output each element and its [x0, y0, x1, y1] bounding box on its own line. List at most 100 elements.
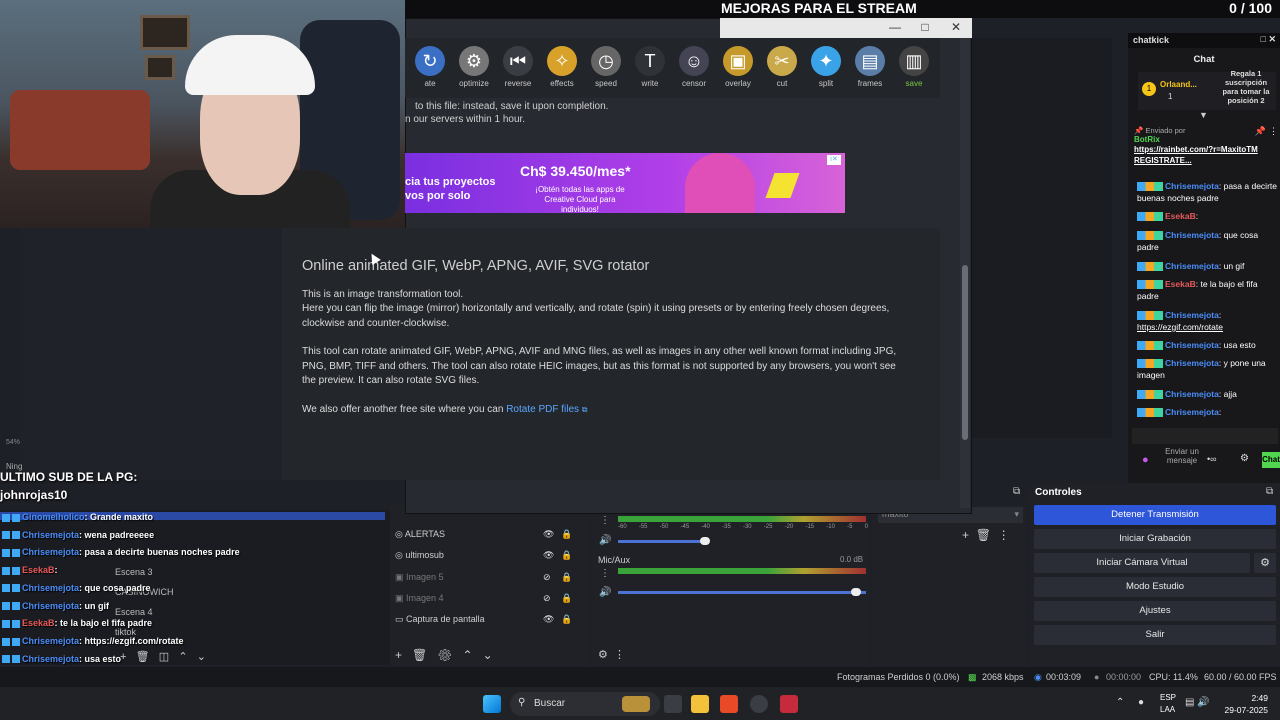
pinned-link[interactable]: https://rainbet.com/?r=MaxitoTM REGISTRA…	[1134, 144, 1259, 166]
emote-strip[interactable]	[1132, 428, 1278, 444]
adobe-ad-banner[interactable]: cia tus proyectos vos por solo Ch$ 39.45…	[405, 153, 845, 213]
eye-icon[interactable]: 👁	[543, 550, 554, 561]
mic-volume-slider[interactable]	[618, 591, 866, 594]
chat-send-button[interactable]: Chat	[1262, 452, 1280, 468]
pin-icon[interactable]: 📌	[1255, 126, 1266, 137]
minimize-button[interactable]: —	[880, 20, 910, 36]
eye-hidden-icon[interactable]: ⊘	[543, 593, 551, 604]
scene-delete-icon[interactable]: 🗑	[136, 651, 150, 663]
source-up-icon[interactable]: ⌃	[463, 648, 473, 662]
tool-save[interactable]: ▥ save	[892, 46, 936, 88]
close-button[interactable]: ✕	[941, 20, 971, 36]
chat-username[interactable]: Chrisemejota	[1165, 358, 1219, 368]
tool-speed[interactable]: ◷ speed	[584, 46, 628, 88]
transition-menu-icon[interactable]: ⋮	[998, 528, 1010, 542]
task-view-icon[interactable]	[664, 695, 682, 713]
taskbar-clock[interactable]: 2:49 29-07-2025	[1222, 692, 1268, 716]
gear-icon[interactable]: ⚙	[1254, 553, 1276, 573]
maximize-button[interactable]: □	[910, 20, 940, 36]
tool-overlay[interactable]: ▣ overlay	[716, 46, 760, 88]
chat-username[interactable]: Chrisemejota	[1165, 389, 1219, 399]
ad-info-icon[interactable]: i✕	[827, 155, 841, 165]
kebab-icon[interactable]: ⋮	[600, 515, 610, 526]
lock-icon[interactable]: 🔒	[561, 550, 572, 561]
lock-icon[interactable]: 🔒	[561, 572, 572, 583]
tool-write[interactable]: Twrite	[628, 46, 672, 88]
dock-float-icon[interactable]: ⧉	[1266, 486, 1273, 497]
source-item[interactable]: ▭ Captura de pantalla 👁 🔒	[395, 614, 585, 625]
source-add-icon[interactable]: +	[395, 648, 402, 662]
eye-icon[interactable]: 👁	[543, 529, 554, 540]
exit-button[interactable]: Salir	[1034, 625, 1276, 645]
scene-item[interactable]: Escena 4	[115, 607, 153, 617]
input-language[interactable]: ESP LAA	[1160, 692, 1176, 716]
settings-button[interactable]: Ajustes	[1034, 601, 1276, 621]
dock-float-icon[interactable]: ⧉	[1013, 486, 1020, 497]
transition-add-icon[interactable]: +	[962, 528, 969, 542]
scrollbar-thumb[interactable]	[962, 265, 968, 440]
source-item[interactable]: ▣ Imagen 5 ⊘ 🔒	[395, 572, 585, 583]
tool-ate[interactable]: ↻ ate	[408, 46, 452, 88]
chat-username[interactable]: EsekaB	[1165, 211, 1196, 221]
more-icon[interactable]: ⋮	[1269, 126, 1278, 137]
tool-frames[interactable]: ▤ frames	[848, 46, 892, 88]
mic-volume-knob[interactable]	[851, 588, 861, 596]
desktop-volume-knob[interactable]	[700, 537, 710, 545]
chat-username[interactable]: Chrisemejota	[1165, 261, 1219, 271]
emote-icon[interactable]: •∞	[1207, 454, 1217, 464]
tool-cut[interactable]: ✂ cut	[760, 46, 804, 88]
tray-mic-icon[interactable]: ●	[1138, 697, 1144, 708]
app-icon[interactable]	[780, 695, 798, 713]
tool-effects[interactable]: ✧ effects	[540, 46, 584, 88]
eye-hidden-icon[interactable]: ⊘	[543, 572, 551, 583]
speaker-icon[interactable]: 🔊	[599, 587, 611, 598]
lock-icon[interactable]: 🔒	[561, 529, 572, 540]
chat-username[interactable]: EsekaB	[1165, 279, 1196, 289]
tool-censor[interactable]: ☺ censor	[672, 46, 716, 88]
taskbar-search[interactable]: ⚲ Buscar	[510, 692, 660, 716]
mixer-settings-icon[interactable]: ⚙	[598, 649, 608, 661]
scene-up-icon[interactable]: ⌃	[178, 651, 187, 663]
lock-icon[interactable]: 🔒	[561, 593, 572, 604]
source-item[interactable]: ▣ Imagen 4 ⊘ 🔒	[395, 593, 585, 604]
desktop-volume-slider[interactable]	[618, 540, 708, 543]
source-down-icon[interactable]: ⌄	[483, 648, 493, 662]
mixer-menu-icon[interactable]: ⋮	[614, 649, 625, 661]
brave-browser-icon[interactable]	[720, 695, 738, 713]
source-item[interactable]: ◎ ALERTAS 👁 🔒	[395, 529, 585, 540]
scene-down-icon[interactable]: ⌄	[197, 651, 206, 663]
file-explorer-icon[interactable]	[691, 695, 709, 713]
network-volume-icons[interactable]: ▤ 🔊	[1185, 697, 1210, 708]
tool-reverse[interactable]: ⏮ reverse	[496, 46, 540, 88]
tool-optimize[interactable]: ⚙ optimize	[452, 46, 496, 88]
chat-username[interactable]: Chrisemejota	[1165, 407, 1219, 417]
chat-username[interactable]: Chrisemejota	[1165, 181, 1219, 191]
eye-icon[interactable]: 👁	[543, 614, 554, 625]
chat-username[interactable]: Chrisemejota	[1165, 230, 1219, 240]
tool-split[interactable]: ✦ split	[804, 46, 848, 88]
chat-username[interactable]: Chrisemejota	[1165, 340, 1219, 350]
studio-mode-button[interactable]: Modo Estudio	[1034, 577, 1276, 597]
start-virtual-camera-button[interactable]: Iniciar Cámara Virtual	[1034, 553, 1250, 573]
stop-stream-button[interactable]: Detener Transmisión	[1034, 505, 1276, 525]
source-delete-icon[interactable]: 🗑	[412, 648, 427, 662]
gear-icon[interactable]: ⚙	[1240, 453, 1249, 464]
chat-username[interactable]: Chrisemejota	[1165, 310, 1219, 320]
tray-chevron-icon[interactable]: ⌃	[1116, 697, 1124, 708]
transition-delete-icon[interactable]: 🗑	[976, 528, 991, 542]
rotate-pdf-link[interactable]: Rotate PDF files	[506, 404, 579, 415]
scene-filter-icon[interactable]: ◫	[159, 651, 169, 663]
windows-start-icon[interactable]	[483, 695, 501, 713]
chevron-down-icon[interactable]: ▼	[1199, 110, 1208, 120]
lock-icon[interactable]: 🔒	[561, 614, 572, 625]
mic-icon[interactable]: ●	[1142, 454, 1149, 466]
source-item[interactable]: ◎ ultimosub 👁 🔒	[395, 550, 585, 561]
chat-input[interactable]: ● Enviar un mensaje •∞ ⚙	[1132, 447, 1280, 473]
gift-sub-card[interactable]: 1 Orlaand... 1 Regala 1 suscripción para…	[1138, 69, 1276, 110]
kebab-icon[interactable]: ⋮	[600, 568, 610, 579]
obs-icon[interactable]	[750, 695, 768, 713]
source-settings-icon[interactable]: ⚙	[437, 648, 452, 662]
scene-item[interactable]: Escena 3	[115, 567, 153, 577]
start-recording-button[interactable]: Iniciar Grabación	[1034, 529, 1276, 549]
close-icon[interactable]: □ ✕	[1261, 34, 1276, 45]
